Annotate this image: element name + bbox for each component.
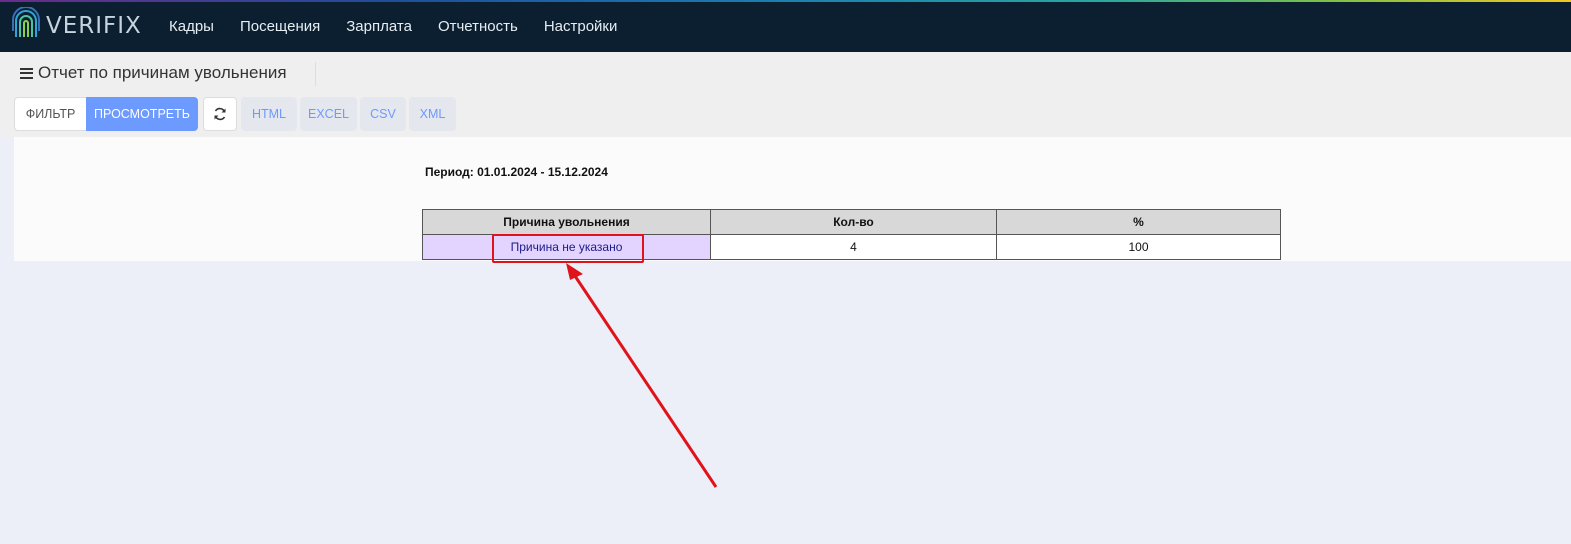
annotation-arrow	[566, 263, 718, 488]
